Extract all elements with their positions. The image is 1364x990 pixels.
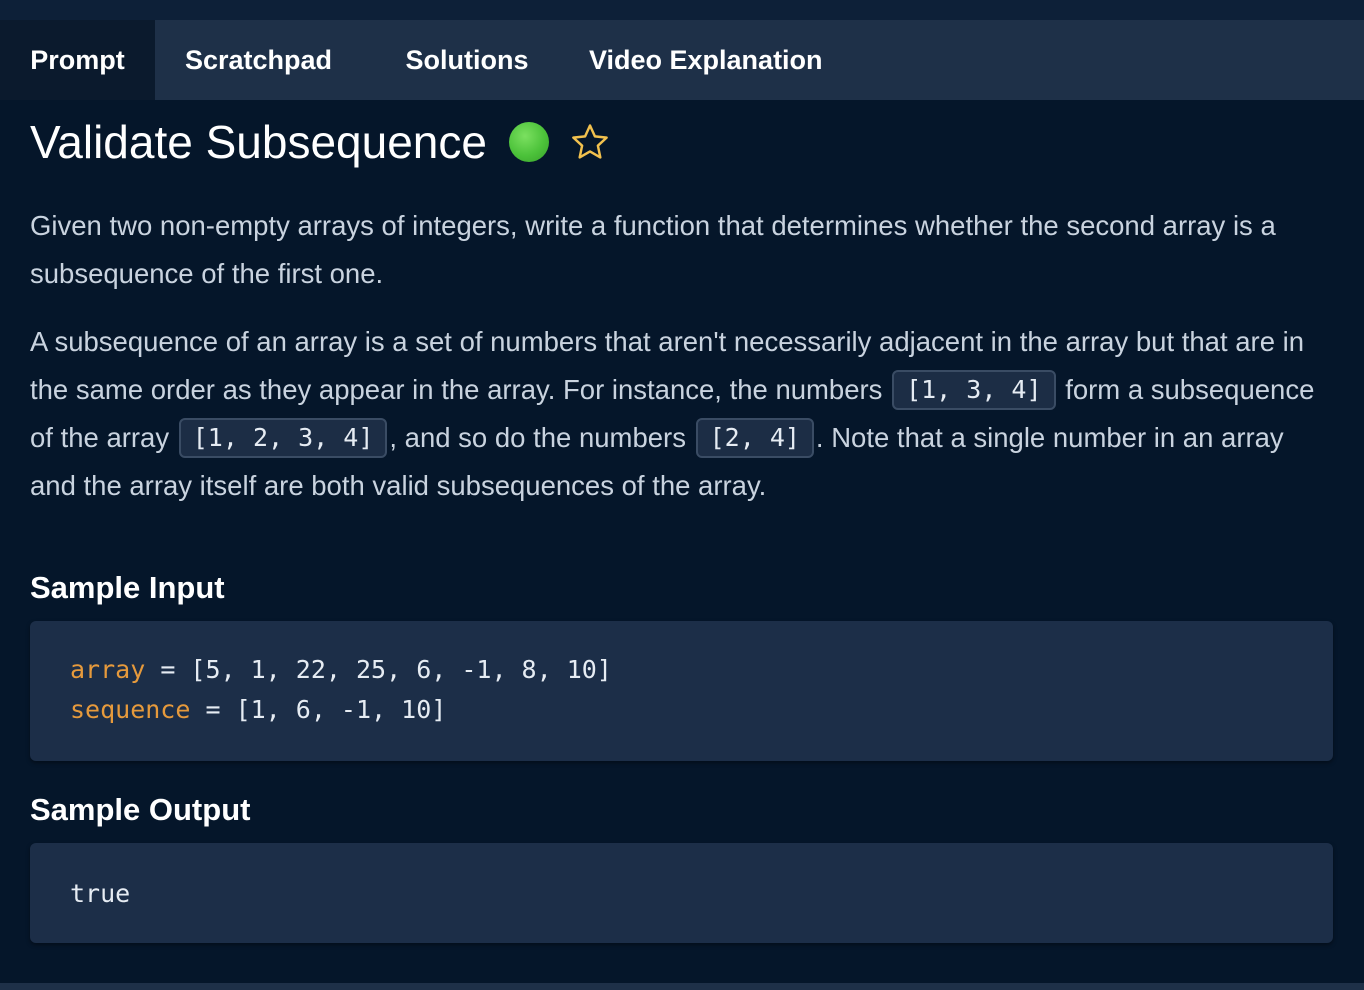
inline-code: [1, 2, 3, 4] (178, 418, 388, 458)
tab-video-explanation[interactable]: Video Explanation (562, 20, 823, 100)
code-line: array = [5, 1, 22, 25, 6, -1, 8, 10] (70, 655, 612, 684)
code-line: sequence = [1, 6, -1, 10] (70, 695, 446, 724)
inline-code: [2, 4] (695, 418, 814, 458)
bottom-strip (0, 983, 1364, 990)
top-strip (0, 0, 1364, 20)
code-variable: sequence (70, 695, 191, 724)
sample-input-heading: Sample Input (30, 570, 225, 605)
code-variable: array (70, 655, 146, 684)
code-value: = [1, 6, -1, 10] (190, 695, 447, 724)
difficulty-indicator-icon (508, 122, 549, 162)
tab-bar: Prompt Scratchpad Solutions Video Explan… (0, 20, 1364, 100)
sample-output-code-block: true (30, 843, 1333, 943)
inline-code: [1, 3, 4] (892, 370, 1056, 410)
sample-input-code-block: array = [5, 1, 22, 25, 6, -1, 8, 10] seq… (30, 621, 1333, 761)
description-text: , and so do the numbers (389, 422, 686, 453)
title-row: Validate Subsequence (30, 114, 611, 170)
code-line: true (70, 879, 131, 908)
sample-output-heading: Sample Output (30, 792, 251, 827)
tab-scratchpad[interactable]: Scratchpad (155, 20, 372, 100)
star-icon[interactable] (569, 121, 611, 163)
tab-solutions[interactable]: Solutions (372, 20, 562, 100)
tab-prompt[interactable]: Prompt (0, 20, 155, 100)
code-value: = [5, 1, 22, 25, 6, -1, 8, 10] (145, 655, 612, 684)
problem-title: Validate Subsequence (30, 116, 487, 168)
description-paragraph: Given two non-empty arrays of integers, … (30, 210, 1276, 289)
description-paragraph-subsequence: A subsequence of an array is a set of nu… (30, 318, 1334, 510)
